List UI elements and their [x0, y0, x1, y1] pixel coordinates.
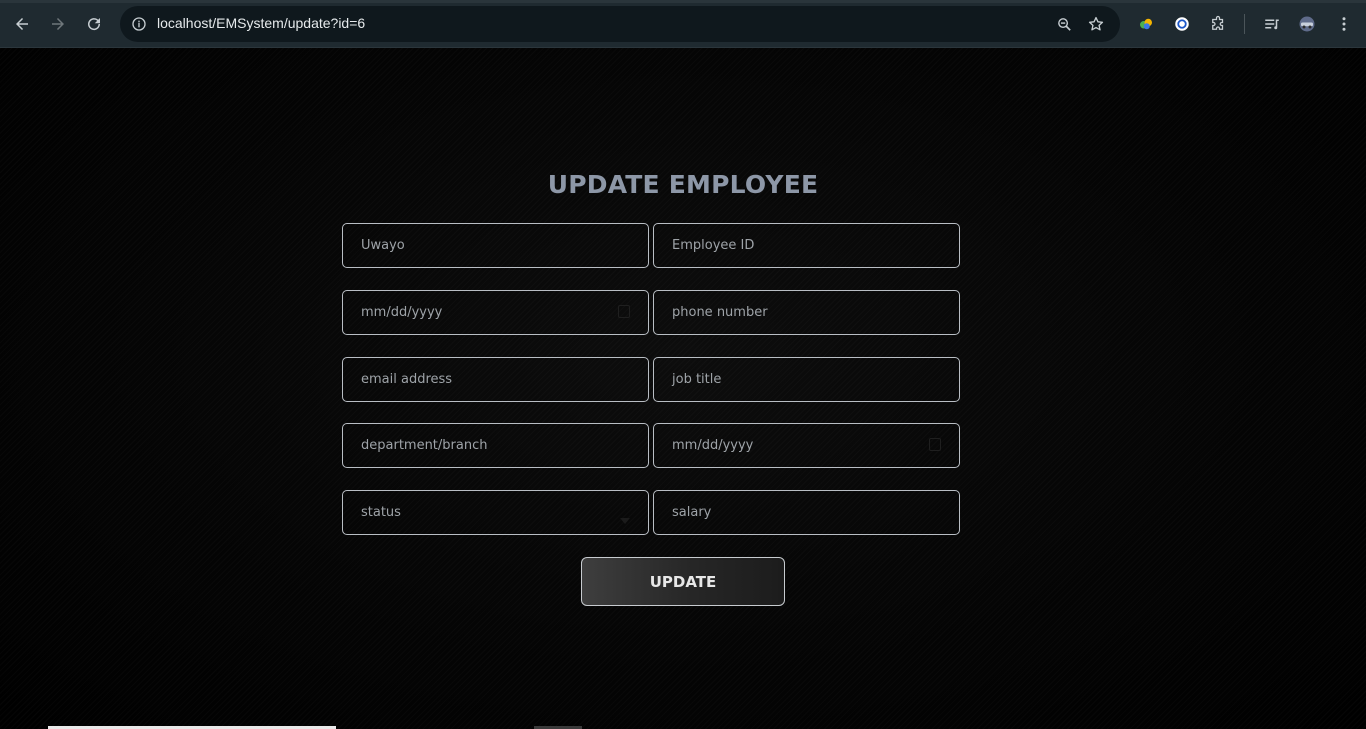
name-value: Uwayo — [361, 238, 405, 253]
email-field[interactable]: email address — [342, 357, 649, 402]
page-body: UPDATE EMPLOYEE Uwayo Employee ID mm/dd/… — [0, 48, 1366, 729]
status-select[interactable]: status — [342, 490, 649, 535]
hire-date-placeholder: mm/dd/yyyy — [672, 438, 754, 453]
calendar-icon[interactable] — [929, 438, 941, 451]
phone-field[interactable]: phone number — [653, 290, 960, 335]
extension-profile-icon[interactable] — [1170, 12, 1194, 36]
email-placeholder: email address — [361, 372, 453, 387]
media-playlist-icon[interactable] — [1260, 12, 1284, 36]
salary-field[interactable]: salary — [653, 490, 960, 535]
birth-date-field[interactable]: mm/dd/yyyy — [342, 290, 649, 335]
chevron-down-icon — [620, 518, 630, 524]
department-placeholder: department/branch — [361, 438, 488, 453]
employee-id-placeholder: Employee ID — [672, 238, 755, 253]
update-button[interactable]: UPDATE — [581, 557, 785, 606]
tab-strip-edge — [0, 0, 1366, 3]
back-icon[interactable] — [10, 12, 34, 36]
page-title: UPDATE EMPLOYEE — [547, 170, 819, 199]
employee-id-field[interactable]: Employee ID — [653, 223, 960, 268]
update-button-label: UPDATE — [649, 572, 717, 591]
address-bar[interactable]: localhost/EMSystem/update?id=6 — [120, 6, 1120, 42]
reload-icon[interactable] — [82, 12, 106, 36]
birth-date-placeholder: mm/dd/yyyy — [361, 305, 443, 320]
status-placeholder: status — [361, 505, 401, 520]
job-title-placeholder: job title — [672, 372, 722, 387]
extension-colorful-icon[interactable] — [1134, 12, 1158, 36]
extensions-puzzle-icon[interactable] — [1206, 12, 1230, 36]
salary-placeholder: salary — [672, 505, 712, 520]
calendar-icon[interactable] — [618, 305, 630, 318]
url-text: localhost/EMSystem/update?id=6 — [157, 15, 366, 31]
phone-placeholder: phone number — [672, 305, 768, 320]
zoom-icon[interactable] — [1054, 14, 1074, 34]
browser-toolbar: localhost/EMSystem/update?id=6 — [0, 0, 1366, 48]
forward-icon[interactable] — [46, 12, 70, 36]
browser-menu-icon[interactable] — [1332, 12, 1356, 36]
hire-date-field[interactable]: mm/dd/yyyy — [653, 423, 960, 468]
toolbar-separator — [1244, 14, 1245, 34]
site-info-icon[interactable] — [128, 13, 150, 35]
department-field[interactable]: department/branch — [342, 423, 649, 468]
name-field[interactable]: Uwayo — [342, 223, 649, 268]
job-title-field[interactable]: job title — [653, 357, 960, 402]
profile-avatar-icon[interactable] — [1295, 12, 1319, 36]
bookmark-star-icon[interactable] — [1086, 14, 1106, 34]
